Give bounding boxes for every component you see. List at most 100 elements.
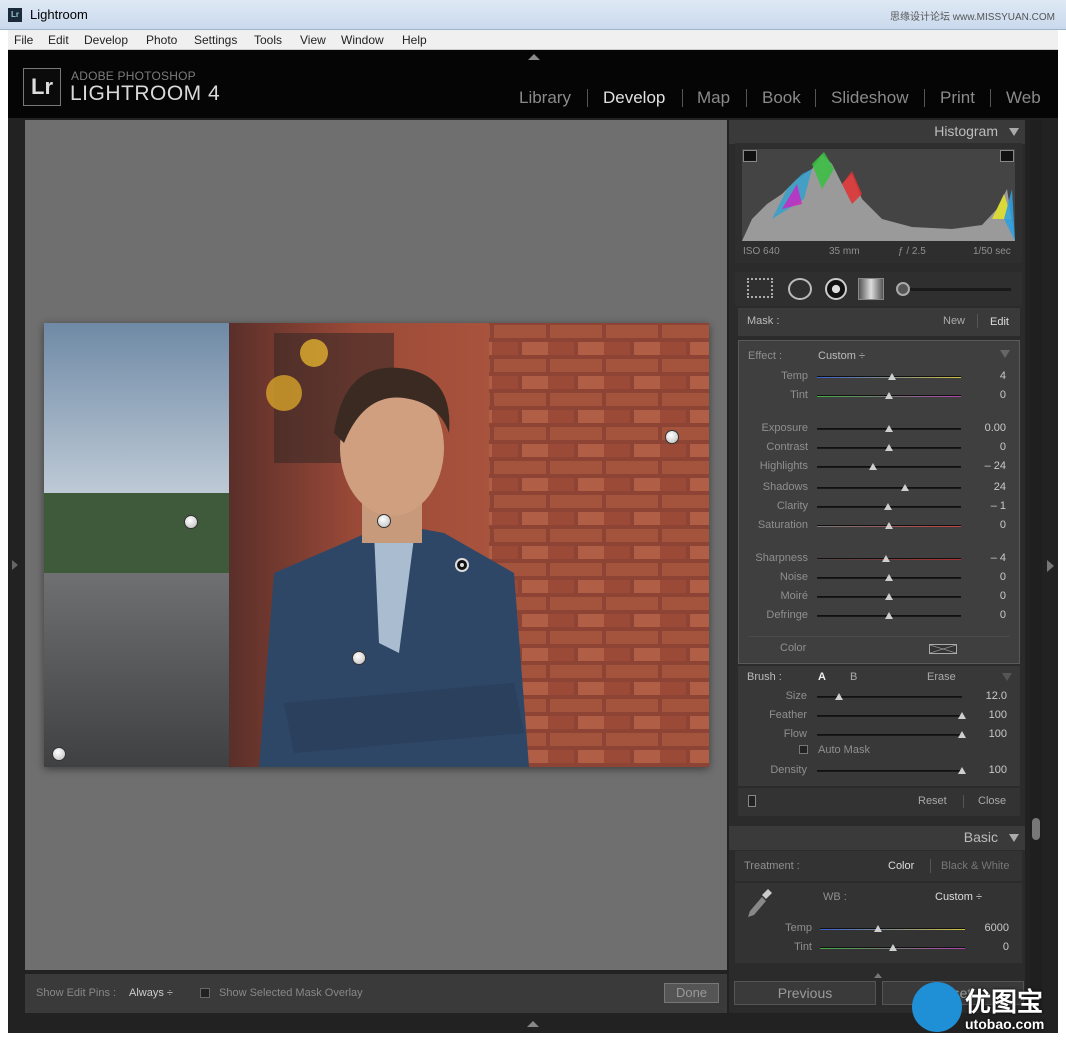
histogram-header[interactable]: Histogram bbox=[729, 120, 1025, 144]
window-controls[interactable] bbox=[964, 4, 1060, 22]
up-arrow-icon[interactable] bbox=[874, 973, 882, 978]
color-swatch[interactable] bbox=[929, 644, 957, 654]
right-panel-scrollbar[interactable] bbox=[1030, 120, 1042, 1013]
slider-defringe-value[interactable]: 0 bbox=[966, 609, 1006, 621]
crop-tool-icon[interactable] bbox=[747, 278, 773, 298]
slider-shadows-slider[interactable] bbox=[817, 487, 961, 489]
slider-contrast-slider-thumb[interactable] bbox=[885, 444, 893, 451]
menu-photo[interactable]: Photo bbox=[146, 33, 177, 47]
spot-removal-icon[interactable] bbox=[788, 278, 812, 300]
eyedropper-icon[interactable] bbox=[746, 887, 774, 919]
menu-help[interactable]: Help bbox=[402, 33, 427, 47]
menu-window[interactable]: Window bbox=[341, 33, 384, 47]
slider-tint-value[interactable]: 0 bbox=[966, 389, 1006, 401]
brush-feather-slider-thumb[interactable] bbox=[958, 712, 966, 719]
slider-moir-slider-thumb[interactable] bbox=[885, 593, 893, 600]
adjustment-brush-icon[interactable] bbox=[896, 282, 910, 296]
toggle-switch-icon[interactable] bbox=[748, 795, 756, 807]
menu-settings[interactable]: Settings bbox=[194, 33, 237, 47]
edit-pin[interactable] bbox=[52, 747, 66, 761]
slider-tint-slider-thumb[interactable] bbox=[885, 392, 893, 399]
adjustment-brush-slider-icon[interactable] bbox=[896, 288, 1011, 291]
basic-temp-slider[interactable] bbox=[820, 928, 965, 930]
previous-button[interactable]: Previous bbox=[734, 981, 876, 1005]
mask-overlay-checkbox[interactable] bbox=[200, 988, 210, 998]
module-web[interactable]: Web bbox=[1006, 88, 1041, 108]
slider-noise-value[interactable]: 0 bbox=[966, 571, 1006, 583]
menu-tools[interactable]: Tools bbox=[254, 33, 282, 47]
slider-defringe-slider-thumb[interactable] bbox=[885, 612, 893, 619]
scrollbar-thumb[interactable] bbox=[1032, 818, 1040, 840]
basic-temp-value[interactable]: 6000 bbox=[969, 922, 1009, 934]
brush-flow-slider-thumb[interactable] bbox=[958, 731, 966, 738]
histogram-graph[interactable] bbox=[742, 149, 1015, 241]
close-local-button[interactable]: Close bbox=[978, 795, 1006, 807]
basic-temp-slider-thumb[interactable] bbox=[874, 925, 882, 932]
basic-header[interactable]: Basic bbox=[729, 826, 1025, 850]
slider-temp-slider-thumb[interactable] bbox=[887, 373, 896, 380]
module-print[interactable]: Print bbox=[940, 88, 975, 108]
collapse-triangle-icon[interactable] bbox=[1009, 834, 1019, 842]
slider-shadows-value[interactable]: 24 bbox=[966, 481, 1006, 493]
reset-local-button[interactable]: Reset bbox=[918, 795, 947, 807]
treatment-color-button[interactable]: Color bbox=[888, 860, 914, 872]
module-book[interactable]: Book bbox=[762, 88, 801, 108]
slider-shadows-slider-thumb[interactable] bbox=[900, 484, 909, 491]
collapse-triangle-icon[interactable] bbox=[1009, 128, 1019, 136]
basic-tint-slider-thumb[interactable] bbox=[888, 944, 897, 951]
brush-flow-value[interactable]: 100 bbox=[967, 728, 1007, 740]
module-develop[interactable]: Develop bbox=[603, 88, 665, 108]
effect-collapse-icon[interactable] bbox=[1000, 350, 1010, 358]
red-eye-icon[interactable] bbox=[825, 278, 847, 300]
brush-density-slider-thumb[interactable] bbox=[958, 767, 966, 774]
show-edit-pins-select[interactable]: Always ÷ bbox=[129, 987, 173, 999]
basic-tint-value[interactable]: 0 bbox=[969, 941, 1009, 953]
slider-sharpness-slider-thumb[interactable] bbox=[882, 555, 891, 562]
slider-moir-value[interactable]: 0 bbox=[966, 590, 1006, 602]
slider-clarity-slider-thumb[interactable] bbox=[883, 503, 892, 510]
filmstrip-toggle-icon[interactable] bbox=[527, 1021, 539, 1027]
slider-highlights-slider-thumb[interactable] bbox=[869, 463, 878, 470]
brush-b-button[interactable]: B bbox=[850, 671, 857, 683]
menu-develop[interactable]: Develop bbox=[84, 33, 128, 47]
edit-pin[interactable] bbox=[352, 651, 366, 665]
brush-collapse-icon[interactable] bbox=[1002, 673, 1012, 681]
slider-highlights-value[interactable]: – 24 bbox=[966, 460, 1006, 472]
mask-edit-button[interactable]: Edit bbox=[990, 316, 1009, 328]
brush-feather-slider[interactable] bbox=[817, 715, 962, 717]
brush-feather-value[interactable]: 100 bbox=[967, 709, 1007, 721]
brush-a-button[interactable]: A bbox=[818, 671, 826, 683]
slider-saturation-slider-thumb[interactable] bbox=[885, 522, 893, 529]
shadow-clipping-icon[interactable] bbox=[743, 150, 757, 162]
brush-size-slider-thumb[interactable] bbox=[834, 693, 843, 700]
edit-pin[interactable] bbox=[377, 514, 391, 528]
menu-view[interactable]: View bbox=[300, 33, 326, 47]
highlight-clipping-icon[interactable] bbox=[1000, 150, 1014, 162]
slider-highlights-slider[interactable] bbox=[817, 466, 961, 468]
slider-noise-slider-thumb[interactable] bbox=[885, 574, 893, 581]
treatment-bw-button[interactable]: Black & White bbox=[941, 860, 1009, 872]
menu-edit[interactable]: Edit bbox=[48, 33, 69, 47]
module-slideshow[interactable]: Slideshow bbox=[831, 88, 909, 108]
module-map[interactable]: Map bbox=[697, 88, 730, 108]
wb-select[interactable]: Custom ÷ bbox=[935, 891, 982, 903]
slider-exposure-slider-thumb[interactable] bbox=[885, 425, 893, 432]
photo-preview[interactable] bbox=[44, 323, 709, 767]
slider-sharpness-value[interactable]: – 4 bbox=[966, 552, 1006, 564]
collapse-top-panel-icon[interactable] bbox=[528, 54, 540, 60]
slider-saturation-value[interactable]: 0 bbox=[966, 519, 1006, 531]
edit-pin[interactable] bbox=[184, 515, 198, 529]
slider-contrast-value[interactable]: 0 bbox=[966, 441, 1006, 453]
auto-mask-checkbox[interactable] bbox=[799, 745, 808, 754]
menu-file[interactable]: File bbox=[14, 33, 33, 47]
brush-size-value[interactable]: 12.0 bbox=[967, 690, 1007, 702]
brush-erase-button[interactable]: Erase bbox=[927, 671, 956, 683]
graduated-filter-icon[interactable] bbox=[858, 278, 884, 300]
module-library[interactable]: Library bbox=[519, 88, 571, 108]
mask-new-button[interactable]: New bbox=[943, 315, 965, 327]
effect-preset-select[interactable]: Custom ÷ bbox=[818, 350, 865, 362]
brush-flow-slider[interactable] bbox=[817, 734, 962, 736]
slider-clarity-value[interactable]: – 1 bbox=[966, 500, 1006, 512]
brush-density-value[interactable]: 100 bbox=[967, 764, 1007, 776]
slider-exposure-value[interactable]: 0.00 bbox=[966, 422, 1006, 434]
